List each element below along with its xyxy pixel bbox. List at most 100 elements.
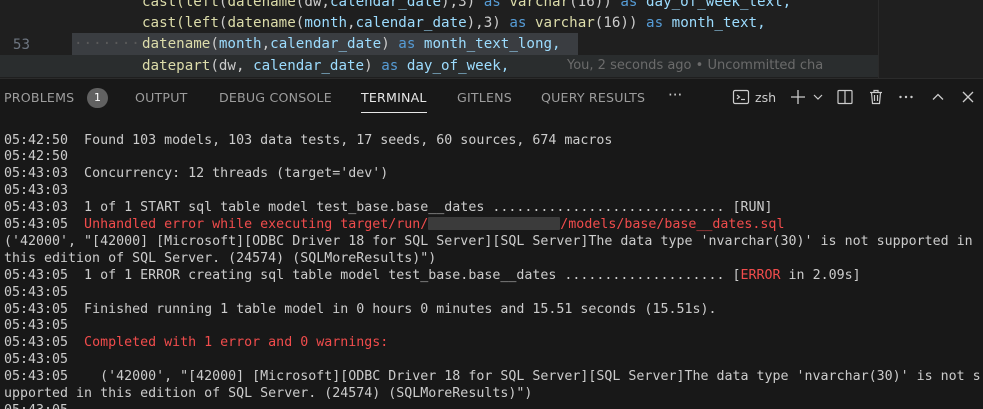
terminal-line: 05:43:05 — [4, 284, 983, 301]
code-token: (dw, — [210, 58, 254, 74]
error-status: ERROR — [740, 267, 781, 283]
log-text: Concurrency: 12 threads (target='dev') — [68, 166, 389, 182]
timestamp: 05:43:03 — [4, 166, 69, 182]
whitespace-dots: ······· — [74, 36, 141, 52]
timestamp: 05:43:05 — [4, 301, 69, 317]
code-token: (dw, — [295, 0, 330, 10]
log-text: in 2.09s] — [780, 267, 861, 283]
code-token: ) — [381, 36, 399, 52]
tab-gitlens[interactable]: GITLENS — [457, 79, 512, 116]
log-text: 1 of 1 START sql table model test_base.b… — [68, 200, 773, 216]
code-text: cast(left(datename(month,calendar_date),… — [142, 12, 766, 34]
git-blame-annotation: You, 2 seconds ago • Uncommitted cha — [567, 58, 824, 73]
timestamp: 05:43:03 — [4, 200, 69, 216]
log-text: 1 of 1 ERROR creating sql table model te… — [68, 267, 741, 283]
terminal-line: 05:43:05 — [4, 317, 983, 334]
terminal-line: 05:43:05 — [4, 351, 983, 368]
code-token: as — [620, 0, 647, 10]
code-token: (16)) — [569, 0, 621, 10]
code-text: datepart(dw, calendar_date) as day_of_we… — [142, 55, 509, 77]
code-token: month — [218, 36, 262, 52]
more-actions-icon[interactable] — [896, 87, 916, 107]
code-token: as — [509, 15, 535, 31]
code-line[interactable]: 53 cast(left(datename(month,calendar_dat… — [0, 12, 983, 53]
minimap-area[interactable] — [879, 0, 983, 78]
shell-name[interactable]: zsh — [755, 79, 776, 116]
code-token: cast( — [142, 15, 185, 31]
maximize-panel-chevron-up-icon[interactable] — [928, 87, 948, 107]
code-token: datepart — [142, 58, 211, 74]
error-text: /models/base/base__dates.sql — [560, 217, 785, 232]
trash-icon[interactable] — [866, 87, 886, 107]
code-token: calendar_date — [329, 0, 441, 10]
timestamp: 05:43:05 — [4, 335, 69, 351]
tab-query-results[interactable]: QUERY RESULTS — [541, 79, 645, 116]
code-token: ),3) — [466, 15, 510, 31]
terminal-line: 05:43:05 — [4, 402, 983, 409]
log-text: Found 103 models, 103 data tests, 17 see… — [68, 132, 613, 148]
code-token: cast( — [142, 0, 185, 10]
terminal-line: this edition of SQL Server. (24574) (SQL… — [4, 250, 983, 267]
log-text: ('42000', "[42000] [Microsoft][ODBC Driv… — [68, 369, 981, 385]
terminal-line: 05:43:05 1 of 1 ERROR creating sql table… — [4, 267, 983, 284]
timestamp: 05:43:03 — [4, 183, 69, 199]
terminal-line: 05:43:03 Concurrency: 12 threads (target… — [4, 165, 983, 182]
code-token: ( — [210, 36, 219, 52]
timestamp: 05:43:05 — [4, 369, 69, 385]
code-token: as — [646, 15, 672, 31]
code-token: (16)) — [594, 15, 647, 31]
code-token: as — [398, 36, 424, 52]
tab-output[interactable]: OUTPUT — [135, 79, 188, 116]
terminal-line: 05:43:05 ('42000', "[42000] [Microsoft][… — [4, 368, 983, 385]
code-token: left — [184, 0, 219, 10]
code-token: ),3) — [441, 0, 484, 10]
code-token: calendar_date — [253, 58, 365, 74]
terminal-line: 05:42:50 Found 103 models, 103 data test… — [4, 132, 983, 149]
tab-debug-console[interactable]: DEBUG CONSOLE — [219, 79, 332, 116]
problems-count-badge: 1 — [87, 88, 108, 108]
timestamp: 05:42:50 — [4, 132, 69, 148]
close-icon[interactable] — [958, 87, 978, 107]
tab-problems[interactable]: PROBLEMS — [4, 79, 74, 116]
terminal-line: 05:43:05 Finished running 1 table model … — [4, 301, 983, 318]
terminal-line: 05:43:03 — [4, 182, 983, 199]
terminal-line: 05:42:50 — [4, 148, 983, 165]
log-text: Finished running 1 table model in 0 hour… — [68, 301, 717, 317]
code-editor[interactable]: cast(left(datename(dw,calendar_date),3) … — [0, 0, 983, 78]
code-token: month_text, — [671, 15, 766, 31]
code-line-selected[interactable]: 54 ······· datename(month,calendar_date)… — [0, 33, 983, 55]
code-token: datename — [227, 15, 296, 31]
terminal-line: 05:43:05 Unhandled error while executing… — [4, 216, 983, 233]
new-terminal-plus-icon[interactable] — [788, 87, 808, 107]
timestamp: 05:43:05 — [4, 267, 69, 283]
code-line-current[interactable]: 55 datepart(dw, calendar_date) as day_of… — [0, 55, 983, 77]
chevron-down-icon[interactable] — [808, 87, 823, 107]
terminal-line: ('42000', "[42000] [Microsoft][ODBC Driv… — [4, 233, 983, 250]
more-tabs-button[interactable]: ··· — [668, 79, 682, 116]
terminal-line: 05:43:03 1 of 1 START sql table model te… — [4, 199, 983, 216]
code-token: datename — [142, 36, 211, 52]
log-text: ('42000', "[42000] [Microsoft][ODBC Driv… — [4, 233, 973, 249]
timestamp: 05:43:05 — [4, 352, 69, 368]
code-token: datename — [227, 0, 296, 10]
code-token: month_text_long, — [423, 36, 561, 52]
terminal-shell-icon[interactable] — [731, 87, 751, 107]
terminal-line: 05:43:05 Completed with 1 error and 0 wa… — [4, 334, 983, 351]
code-token: calendar_date — [270, 36, 382, 52]
panel-tab-bar: PROBLEMS 1 OUTPUT DEBUG CONSOLE TERMINAL… — [0, 79, 983, 116]
terminal-output[interactable]: 05:42:50 Found 103 models, 103 data test… — [0, 116, 983, 409]
timestamp: 05:43:05 — [4, 284, 69, 300]
code-token: calendar_date — [355, 15, 467, 31]
code-token: left — [184, 15, 219, 31]
tab-terminal[interactable]: TERMINAL — [361, 79, 427, 116]
code-token: day_of_week, — [406, 58, 510, 74]
terminal-line: upported in this edition of SQL Server. … — [4, 385, 983, 402]
code-token: as — [381, 58, 407, 74]
code-token: , — [261, 36, 271, 52]
split-terminal-icon[interactable] — [835, 87, 855, 107]
redacted-path — [428, 217, 561, 230]
code-token: month — [304, 15, 348, 31]
code-token: ) — [364, 58, 382, 74]
code-text: datename(month,calendar_date) as month_t… — [142, 33, 561, 55]
error-text: Unhandled error while executing target/r… — [68, 217, 429, 232]
